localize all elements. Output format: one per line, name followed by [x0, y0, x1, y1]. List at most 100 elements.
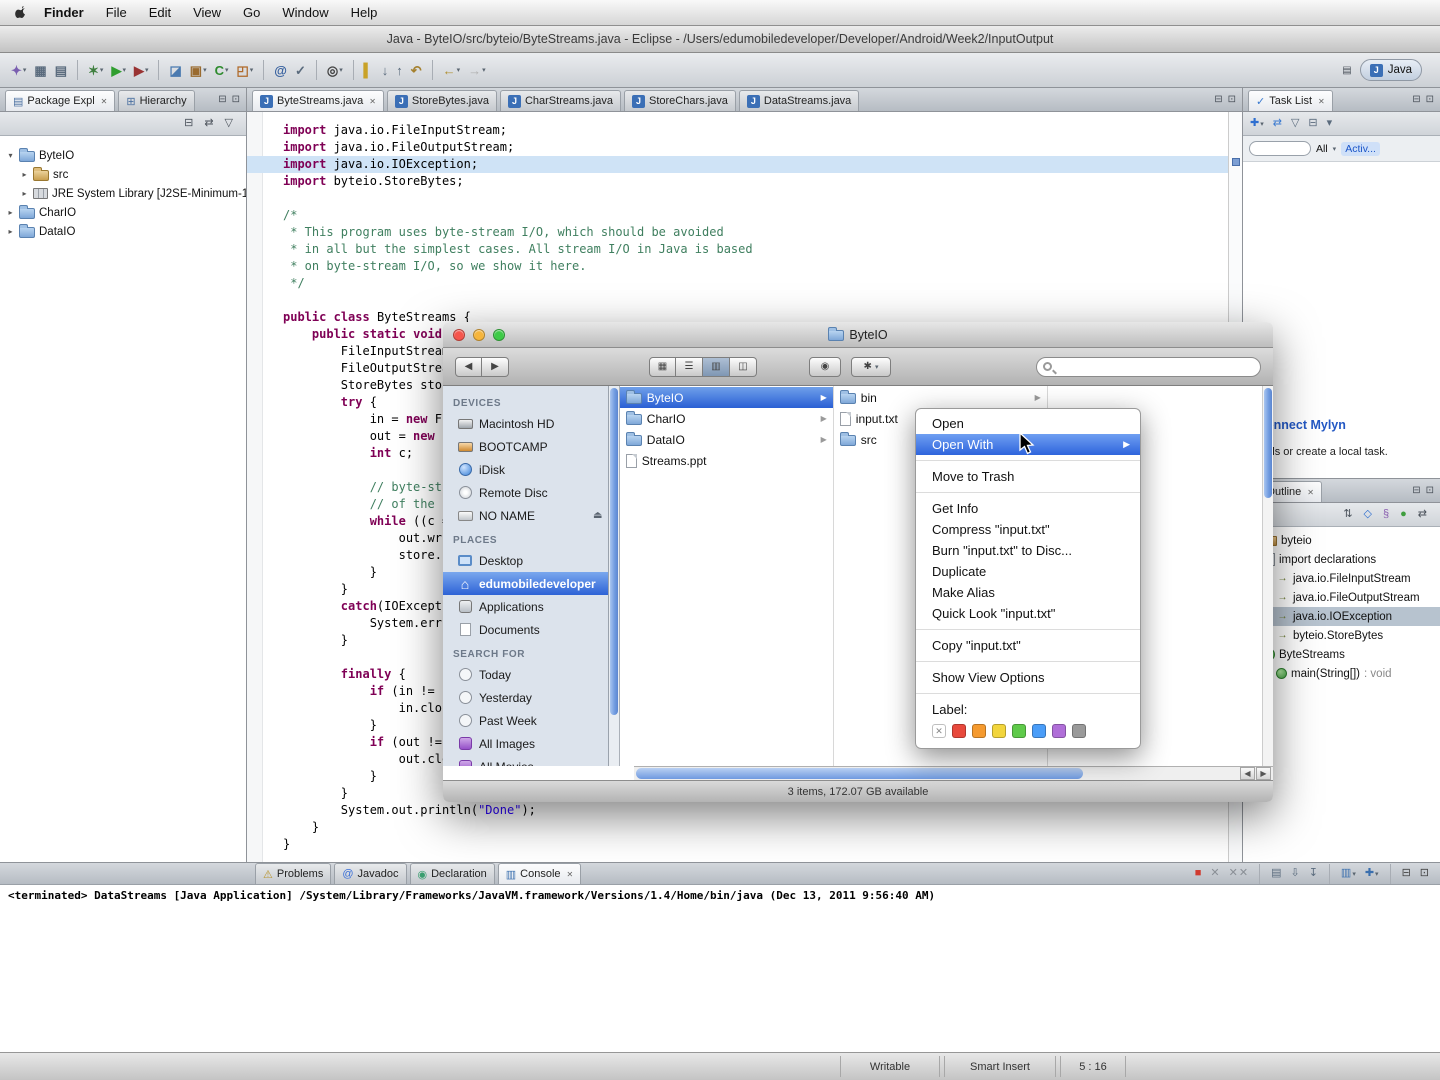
sidebar-scrollbar[interactable]: [609, 386, 620, 766]
debug-dropdown-caret[interactable]: ▾: [100, 66, 104, 74]
maximize-view-button[interactable]: ⊡: [1417, 865, 1432, 883]
close-tab-icon[interactable]: ✕: [369, 97, 376, 106]
sidebar-item-yesterday[interactable]: Yesterday: [443, 686, 608, 709]
display-selected-console-caret[interactable]: ▾: [1352, 870, 1356, 878]
label-color-swatch-5[interactable]: [1032, 724, 1046, 738]
close-tab-icon[interactable]: ✕: [567, 870, 574, 879]
icon-view-button[interactable]: ▦: [649, 356, 676, 377]
clear-console-button[interactable]: ▤: [1268, 865, 1284, 883]
project-item-byteio[interactable]: ▾ ByteIO: [0, 146, 246, 165]
label-color-swatch-1[interactable]: [952, 724, 966, 738]
close-tab-icon[interactable]: ✕: [1307, 488, 1314, 497]
jar-export-button[interactable]: ◰ ▾: [233, 59, 256, 81]
project-item-chario[interactable]: ▸ CharIO: [0, 203, 246, 222]
new-wizard-button[interactable]: ✦ ▾: [8, 59, 29, 81]
javadoc-button[interactable]: @: [271, 59, 290, 81]
save-button[interactable]: ▦: [31, 59, 49, 81]
collapse-all-button[interactable]: ⊟: [181, 115, 196, 133]
zoom-window-button[interactable]: [493, 329, 505, 341]
annotation-marker[interactable]: [1232, 158, 1240, 166]
sidebar-item-desktop[interactable]: Desktop: [443, 549, 608, 572]
apple-menu-icon[interactable]: [14, 5, 27, 20]
list-view-button[interactable]: ☰: [676, 356, 703, 377]
collapse-all-tasks-button[interactable]: ⊟: [1305, 115, 1320, 133]
run-dropdown-caret[interactable]: ▾: [122, 66, 126, 74]
columns-vertical-scrollbar[interactable]: [1261, 386, 1273, 766]
menu-edit[interactable]: Edit: [138, 5, 182, 20]
coverage-dropdown-caret[interactable]: ▾: [145, 66, 149, 74]
label-color-swatch-2[interactable]: [972, 724, 986, 738]
menu-item-duplicate[interactable]: Duplicate: [916, 561, 1140, 582]
menu-help[interactable]: Help: [340, 5, 389, 20]
tab-problems[interactable]: ⚠ Problems: [255, 863, 332, 884]
menu-item-burn-input-txt-to-disc[interactable]: Burn "input.txt" to Disc...: [916, 540, 1140, 561]
task-view-menu-button[interactable]: ▾: [1324, 115, 1336, 133]
tab-hierarchy[interactable]: ⊞ Hierarchy: [118, 90, 195, 111]
display-selected-console-button[interactable]: ▥ ▾: [1338, 865, 1359, 883]
connect-mylyn-link[interactable]: Connect Mylyn: [1257, 418, 1432, 432]
menu-item-copy-input-txt[interactable]: Copy "input.txt": [916, 635, 1140, 656]
menu-item-compress-input-txt[interactable]: Compress "input.txt": [916, 519, 1140, 540]
forward-button[interactable]: → ▾: [465, 59, 489, 81]
menu-item-move-to-trash[interactable]: Move to Trash: [916, 466, 1140, 487]
file-item-dataio[interactable]: DataIO ▶: [620, 429, 833, 450]
hide-fields-button[interactable]: ◇: [1361, 506, 1375, 524]
file-item-chario[interactable]: CharIO ▶: [620, 408, 833, 429]
back-button[interactable]: ◀: [455, 356, 482, 377]
working-set-all-label[interactable]: All: [1316, 143, 1328, 155]
finder-title-bar[interactable]: ByteIO: [443, 322, 1273, 348]
menu-item-show-view-options[interactable]: Show View Options: [916, 667, 1140, 688]
expander-icon[interactable]: ▸: [20, 170, 29, 179]
file-item-bin[interactable]: bin ▶: [834, 387, 1047, 408]
scrollbar-thumb[interactable]: [610, 388, 618, 715]
new-class-dropdown-caret[interactable]: ▾: [225, 66, 229, 74]
menu-finder[interactable]: Finder: [33, 5, 95, 20]
expander-icon[interactable]: ▸: [6, 227, 15, 236]
menu-item-make-alias[interactable]: Make Alias: [916, 582, 1140, 603]
new-java-project-button[interactable]: ◪: [166, 59, 184, 81]
coverage-button[interactable]: ▶ ▾: [131, 59, 152, 81]
back-dropdown-caret[interactable]: ▾: [457, 66, 461, 74]
maximize-view-icon[interactable]: ⊡: [1426, 485, 1434, 496]
label-color-swatch-4[interactable]: [1012, 724, 1026, 738]
java-perspective-button[interactable]: J Java: [1359, 59, 1422, 81]
new-package-button[interactable]: ▣ ▾: [187, 59, 210, 81]
sidebar-item-edumobiledeveloper[interactable]: edumobiledeveloper: [443, 572, 609, 595]
label-none-swatch[interactable]: ✕: [932, 724, 946, 738]
menu-window[interactable]: Window: [271, 5, 339, 20]
action-menu-button[interactable]: ✱ ▾: [851, 356, 891, 377]
new-task-button[interactable]: ✚ ▾: [1247, 115, 1267, 133]
project-item-src[interactable]: ▸ src: [0, 165, 246, 184]
menu-view[interactable]: View: [182, 5, 232, 20]
tab-package-expl[interactable]: ▤ Package Expl ✕: [5, 90, 116, 111]
close-tab-icon[interactable]: ✕: [1318, 97, 1325, 106]
tab-console[interactable]: ▥ Console ✕: [497, 863, 582, 884]
minimize-view-icon[interactable]: ⊟: [1412, 94, 1420, 105]
hide-static-members-button[interactable]: §: [1380, 506, 1392, 524]
scroll-lock-button[interactable]: ⇩: [1287, 865, 1302, 883]
minimize-view-button[interactable]: ⊟: [1399, 865, 1414, 883]
quick-look-button[interactable]: ◉: [809, 356, 841, 377]
new-package-dropdown-caret[interactable]: ▾: [203, 66, 207, 74]
menu-file[interactable]: File: [95, 5, 138, 20]
close-window-button[interactable]: [453, 329, 465, 341]
scroll-right-button[interactable]: ▶: [1256, 767, 1271, 780]
sidebar-item-idisk[interactable]: iDisk: [443, 458, 608, 481]
maximize-view-icon[interactable]: ⊡: [232, 94, 240, 105]
jar-export-dropdown-caret[interactable]: ▾: [250, 66, 254, 74]
scroll-left-button[interactable]: ◀: [1240, 767, 1255, 780]
mark-occurrences-button[interactable]: ▍: [361, 59, 377, 81]
sync-tasks-button[interactable]: ⇄: [1270, 115, 1285, 133]
menu-go[interactable]: Go: [232, 5, 271, 20]
close-tab-icon[interactable]: ✕: [101, 97, 108, 106]
terminate-button[interactable]: ■: [1192, 865, 1205, 883]
new-wizard-dropdown-caret[interactable]: ▾: [23, 66, 27, 74]
remove-launch-button[interactable]: ✕: [1207, 865, 1222, 883]
sidebar-item-all-images[interactable]: All Images: [443, 732, 608, 755]
tab-javadoc[interactable]: @ Javadoc: [334, 863, 407, 884]
label-color-swatch-6[interactable]: [1052, 724, 1066, 738]
new-class-button[interactable]: C ▾: [212, 59, 232, 81]
filter-tasks-button[interactable]: ▽: [1288, 115, 1302, 133]
sidebar-item-macintosh-hd[interactable]: Macintosh HD: [443, 412, 608, 435]
scrollbar-thumb[interactable]: [636, 768, 1084, 779]
